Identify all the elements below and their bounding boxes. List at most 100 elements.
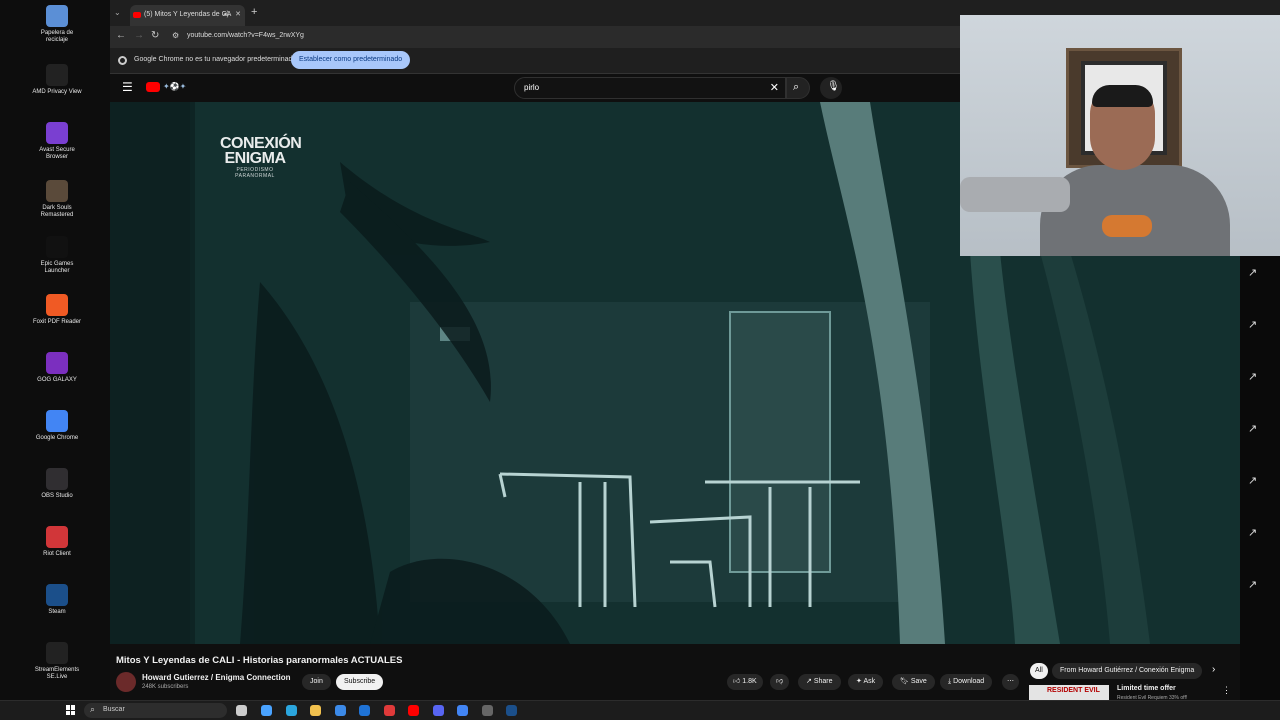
reload-icon[interactable]: ↻	[151, 30, 159, 41]
desktop-icon-3[interactable]: Dark Souls Remastered	[31, 180, 83, 219]
sparkle-icon: ✦	[856, 678, 862, 685]
edge-icon[interactable]	[286, 705, 297, 716]
microphone-icon: 🎙︎	[827, 81, 840, 92]
desktop-icon-label: OBS Studio	[41, 493, 73, 499]
desktop-icon-10[interactable]: Steam	[31, 584, 83, 616]
tab-audio-icon[interactable]: ◂)	[223, 5, 229, 24]
download-label: Download	[953, 678, 985, 685]
forward-icon[interactable]: →	[134, 30, 144, 41]
share-icon: ↗	[806, 678, 812, 685]
desktop-icon-label: Epic Games Launcher	[40, 261, 74, 274]
steam-taskbar-icon[interactable]	[506, 705, 517, 716]
share-label: Share	[813, 678, 833, 685]
riot-icon	[46, 526, 68, 548]
clear-search-icon[interactable]: ✕	[770, 81, 779, 94]
taskbar-search-input[interactable]: Buscar	[103, 706, 125, 713]
store-icon[interactable]	[335, 705, 346, 716]
watermark-title: CONEXIÓN ENIGMA	[220, 135, 302, 167]
watermark-subtitle: PERIODISMO PARANORMAL	[235, 167, 275, 179]
offer-more-icon[interactable]: ⋮	[1222, 685, 1231, 696]
recycle-bin-icon	[46, 5, 68, 27]
like-count: 1.8K	[742, 678, 757, 685]
menu-icon[interactable]: ☰	[122, 80, 133, 94]
desktop-icon-4[interactable]: Epic Games Launcher	[31, 236, 83, 275]
voice-search-button[interactable]: 🎙︎	[820, 77, 842, 99]
task-view-icon[interactable]	[236, 705, 247, 716]
offer-title[interactable]: Limited time offer	[1117, 685, 1176, 692]
desktop-icon-label: StreamElements SE.Live	[34, 667, 80, 680]
share-button[interactable]: ↗ Share	[798, 674, 841, 690]
desktop-icon-11[interactable]: StreamElements SE.Live	[31, 642, 83, 681]
chrome-icon	[46, 410, 68, 432]
tab-search-icon[interactable]: ⌄	[114, 8, 124, 18]
like-button[interactable]: 👍︎ 1.8K	[727, 674, 763, 690]
desktop-icon-7[interactable]: Google Chrome	[31, 410, 83, 442]
desktop-icon-2[interactable]: Avast Secure Browser	[31, 122, 83, 161]
ask-button[interactable]: ✦ Ask	[848, 674, 884, 690]
save-button[interactable]: 🔖︎ Save	[892, 674, 935, 690]
download-button[interactable]: ⤓ Download	[940, 674, 993, 690]
ad-thumbnail[interactable]: RESIDENT EVIL	[1029, 685, 1109, 700]
obs-taskbar-icon[interactable]	[482, 705, 493, 716]
copilot-icon[interactable]	[261, 705, 272, 716]
search-icon: ⌕	[793, 81, 800, 93]
search-box[interactable]: pirlo ✕	[514, 77, 786, 99]
discord-icon[interactable]	[433, 705, 444, 716]
chevron-right-icon[interactable]: ›	[1212, 664, 1215, 675]
video-info-area: Mitos Y Leyendas de CALI - Historias par…	[110, 644, 1280, 700]
file-explorer-icon[interactable]	[310, 705, 321, 716]
download-icon: ⤓	[948, 678, 952, 685]
chip-all[interactable]: All	[1030, 663, 1048, 679]
chrome-taskbar-icon[interactable]	[457, 705, 468, 716]
search-input[interactable]: pirlo	[524, 83, 539, 92]
steam-icon	[46, 584, 68, 606]
taskbar-search-box[interactable]: ⌕ Buscar	[84, 703, 227, 718]
webcam-overlay	[960, 15, 1280, 256]
desktop-icon-label: Google Chrome	[35, 435, 79, 441]
join-button[interactable]: Join	[302, 674, 331, 690]
chrome-icon	[118, 56, 127, 65]
person-head	[1090, 85, 1155, 170]
desktop-icon-1[interactable]: AMD Privacy View	[31, 64, 83, 96]
youtube-logo-icon[interactable]	[146, 82, 160, 92]
ad-thumbnail-text: RESIDENT EVIL	[1047, 687, 1100, 694]
avast-icon	[46, 122, 68, 144]
dislike-button[interactable]: 👎︎	[770, 674, 790, 690]
foxit-icon	[46, 294, 68, 316]
subscriber-count: 248K subscribers	[142, 684, 189, 690]
streamelements-icon	[46, 642, 68, 664]
tab-close-icon[interactable]: ✕	[235, 5, 241, 24]
channel-name[interactable]: Howard Gutierrez / Enigma Connection	[142, 673, 290, 682]
edge-arrow-icon: ↗	[1248, 423, 1258, 435]
url-field[interactable]: youtube.com/watch?v=F4ws_2rwXYg	[187, 32, 304, 39]
epic-icon	[46, 236, 68, 258]
channel-avatar[interactable]	[116, 672, 136, 692]
youtube-header: ☰ ✦⚽✦ pirlo ✕ ⌕ 🎙︎	[110, 74, 960, 102]
desktop-icon-0[interactable]: Papelera de reciclaje	[31, 5, 83, 44]
windows-start-icon[interactable]	[66, 705, 76, 715]
adobe-icon[interactable]	[384, 705, 395, 716]
mail-icon[interactable]	[359, 705, 370, 716]
desktop-icon-label: Foxit PDF Reader	[32, 319, 81, 325]
set-default-button[interactable]: Establecer como predeterminado	[291, 51, 411, 69]
subscribe-button[interactable]: Subscribe	[336, 674, 384, 690]
more-actions-button[interactable]: ⋯	[1002, 674, 1019, 690]
desktop-icon-6[interactable]: GOG GALAXY	[31, 352, 83, 384]
desktop-icon-label: GOG GALAXY	[37, 377, 77, 383]
search-button[interactable]: ⌕	[786, 77, 810, 99]
new-tab-icon[interactable]: +	[251, 6, 257, 18]
shirt-logo	[1102, 215, 1152, 237]
desktop-icon-8[interactable]: OBS Studio	[31, 468, 83, 500]
youtube-taskbar-icon[interactable]	[408, 705, 419, 716]
edge-arrow-icon: ↗	[1248, 475, 1258, 487]
tab-active[interactable]: (5) Mitos Y Leyendas de CA ◂) ✕	[130, 5, 245, 26]
desktop-icon-5[interactable]: Foxit PDF Reader	[31, 294, 83, 326]
desktop-icon-9[interactable]: Riot Client	[31, 526, 83, 558]
search-icon-taskbar: ⌕	[90, 704, 96, 714]
youtube-favicon-icon	[133, 12, 141, 18]
back-icon[interactable]: ←	[116, 30, 126, 41]
chip-from-channel[interactable]: From Howard Gutiérrez / Conexión Enigma	[1052, 663, 1203, 679]
infobar-text: Google Chrome no es tu navegador predete…	[134, 56, 297, 63]
edge-arrow-icon: ↗	[1248, 579, 1258, 591]
site-info-icon[interactable]: ⚙	[172, 31, 179, 40]
